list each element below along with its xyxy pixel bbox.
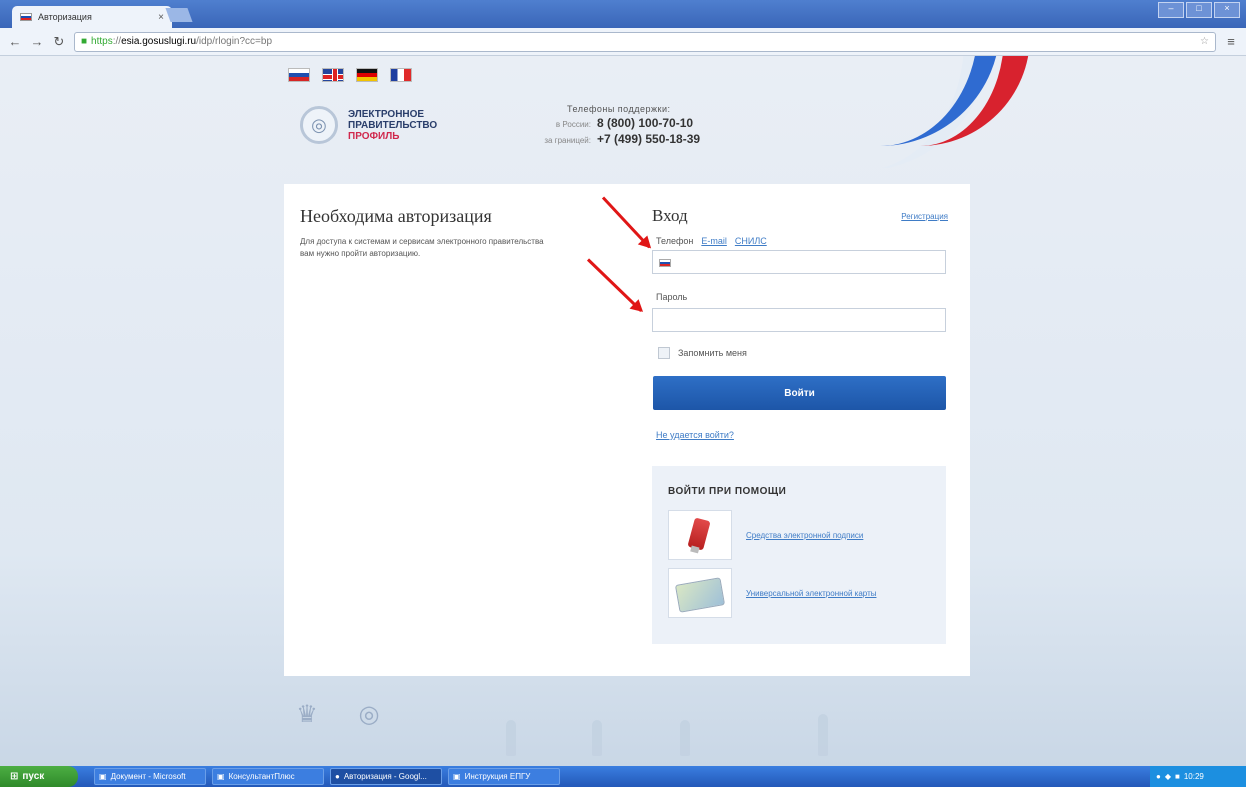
address-bar: ← → ↻ ■ https :// esia.gosuslugi.ru /idp… <box>0 28 1246 56</box>
windows-logo-icon: ⊞ <box>10 771 19 782</box>
tab-snils[interactable]: СНИЛС <box>735 236 767 246</box>
url-input[interactable]: ■ https :// esia.gosuslugi.ru /idp/rlogi… <box>74 31 1216 52</box>
password-input[interactable] <box>652 308 946 332</box>
forgot-link[interactable]: Не удается войти? <box>656 430 734 440</box>
forward-arrow-icon[interactable]: → <box>30 34 44 49</box>
close-tab-icon[interactable]: × <box>158 12 164 23</box>
footer-figure <box>818 714 828 756</box>
english-flag-icon[interactable] <box>322 68 344 82</box>
tab-phone[interactable]: Телефон <box>656 236 693 246</box>
globe-icon[interactable]: ◎ <box>352 700 386 729</box>
url-host: esia.gosuslugi.ru <box>121 36 197 47</box>
tab-title: Авторизация <box>38 12 92 22</box>
russian-flag-icon[interactable] <box>288 68 310 82</box>
login-method-tabs: Телефон E-mail СНИЛС <box>656 236 767 246</box>
auth-panel: Необходима авторизация Для доступа к сис… <box>284 184 970 676</box>
id-card-icon <box>668 568 732 618</box>
auth-required-text: Для доступа к системам и сервисам электр… <box>300 237 544 258</box>
footer-figure <box>506 720 516 756</box>
support-phones: Телефоны поддержки: в России: 8 (800) 10… <box>544 104 701 146</box>
taskbar-item-active[interactable]: ● Авторизация - Googl... <box>330 768 442 785</box>
site-header: ◎ ЭЛЕКТРОННОЕ ПРАВИТЕЛЬСТВО ПРОФИЛЬ Теле… <box>280 56 1030 168</box>
support-phone-russia: 8 (800) 100-70-10 <box>597 116 694 130</box>
back-arrow-icon[interactable]: ← <box>8 34 22 49</box>
login-button[interactable]: Войти <box>653 376 946 410</box>
menu-wrench-icon[interactable]: ≡ <box>1224 34 1238 49</box>
word-icon: ▣ <box>99 772 107 781</box>
german-flag-icon[interactable] <box>356 68 378 82</box>
alternative-login-title: ВОЙТИ ПРИ ПОМОЩИ <box>668 486 787 497</box>
tricolor-swoosh-decoration <box>880 56 1060 168</box>
tray-icon[interactable]: ● <box>1156 772 1161 781</box>
close-window-button[interactable]: × <box>1214 2 1240 18</box>
logo-text: ЭЛЕКТРОННОЕ ПРАВИТЕЛЬСТВО ПРОФИЛЬ <box>348 108 438 142</box>
card-login-option[interactable]: Универсальной электронной карты <box>668 568 876 618</box>
remember-me[interactable]: Запомнить меня <box>658 347 747 359</box>
language-switcher <box>288 68 412 82</box>
lock-icon: ■ <box>81 36 88 47</box>
phone-input[interactable] <box>652 250 946 274</box>
tab-email[interactable]: E-mail <box>701 236 727 246</box>
start-button[interactable]: ⊞ пуск <box>0 766 78 787</box>
bookmark-star-icon[interactable]: ☆ <box>1200 36 1209 47</box>
password-label: Пароль <box>656 292 688 302</box>
signature-login-option[interactable]: Средства электронной подписи <box>668 510 863 560</box>
support-phone-abroad: +7 (499) 550-18-39 <box>597 132 701 146</box>
taskbar-item[interactable]: ▣ КонсультантПлюс <box>212 768 324 785</box>
url-path: /idp/rlogin?cc=bp <box>196 36 273 47</box>
reload-icon[interactable]: ↻ <box>52 34 66 50</box>
footer-figure <box>680 720 690 756</box>
card-login-link[interactable]: Универсальной электронной карты <box>746 589 876 598</box>
new-tab-button[interactable] <box>165 8 193 22</box>
site-logo[interactable]: ◎ ЭЛЕКТРОННОЕ ПРАВИТЕЛЬСТВО ПРОФИЛЬ <box>300 106 437 144</box>
minimize-button[interactable]: – <box>1158 2 1184 18</box>
signature-login-link[interactable]: Средства электронной подписи <box>746 531 863 540</box>
emblem-icon: ◎ <box>300 106 338 144</box>
country-flag-icon[interactable] <box>659 259 671 267</box>
footer-icons: ♛ ◎ <box>290 700 386 729</box>
support-title: Телефоны поддержки: <box>567 104 671 114</box>
taskbar-item[interactable]: ▣ Документ - Microsoft <box>94 768 206 785</box>
system-tray: ● ◆ ■ 10:29 <box>1150 766 1246 787</box>
windows-taskbar: ⊞ пуск ▣ Документ - Microsoft ▣ Консультан… <box>0 766 1246 787</box>
maximize-button[interactable]: □ <box>1186 2 1212 18</box>
remember-checkbox[interactable] <box>658 347 670 359</box>
alternative-login-box: ВОЙТИ ПРИ ПОМОЩИ Средства электронной по… <box>652 466 946 644</box>
tray-icon[interactable]: ◆ <box>1165 772 1171 781</box>
remember-label: Запомнить меня <box>678 348 747 358</box>
register-link[interactable]: Регистрация <box>901 212 948 221</box>
url-scheme: https <box>91 36 113 47</box>
login-title: Вход <box>652 206 688 225</box>
footer-figure <box>592 720 602 756</box>
app-icon: ▣ <box>217 772 225 781</box>
browser-titlebar: Авторизация × – □ × <box>0 0 1246 28</box>
tray-icon[interactable]: ■ <box>1175 772 1180 781</box>
clock[interactable]: 10:29 <box>1184 772 1204 781</box>
browser-tab[interactable]: Авторизация × <box>12 6 172 28</box>
ru-flag-favicon-icon <box>20 13 32 21</box>
window-controls: – □ × <box>1158 2 1240 18</box>
taskbar-item[interactable]: ▣ Инструкция ЕПГУ <box>448 768 560 785</box>
coat-of-arms-icon[interactable]: ♛ <box>290 700 324 729</box>
french-flag-icon[interactable] <box>390 68 412 82</box>
document-icon: ▣ <box>453 772 461 781</box>
usb-token-icon <box>668 510 732 560</box>
chrome-icon: ● <box>335 772 340 781</box>
auth-required-title: Необходима авторизация <box>300 206 492 226</box>
